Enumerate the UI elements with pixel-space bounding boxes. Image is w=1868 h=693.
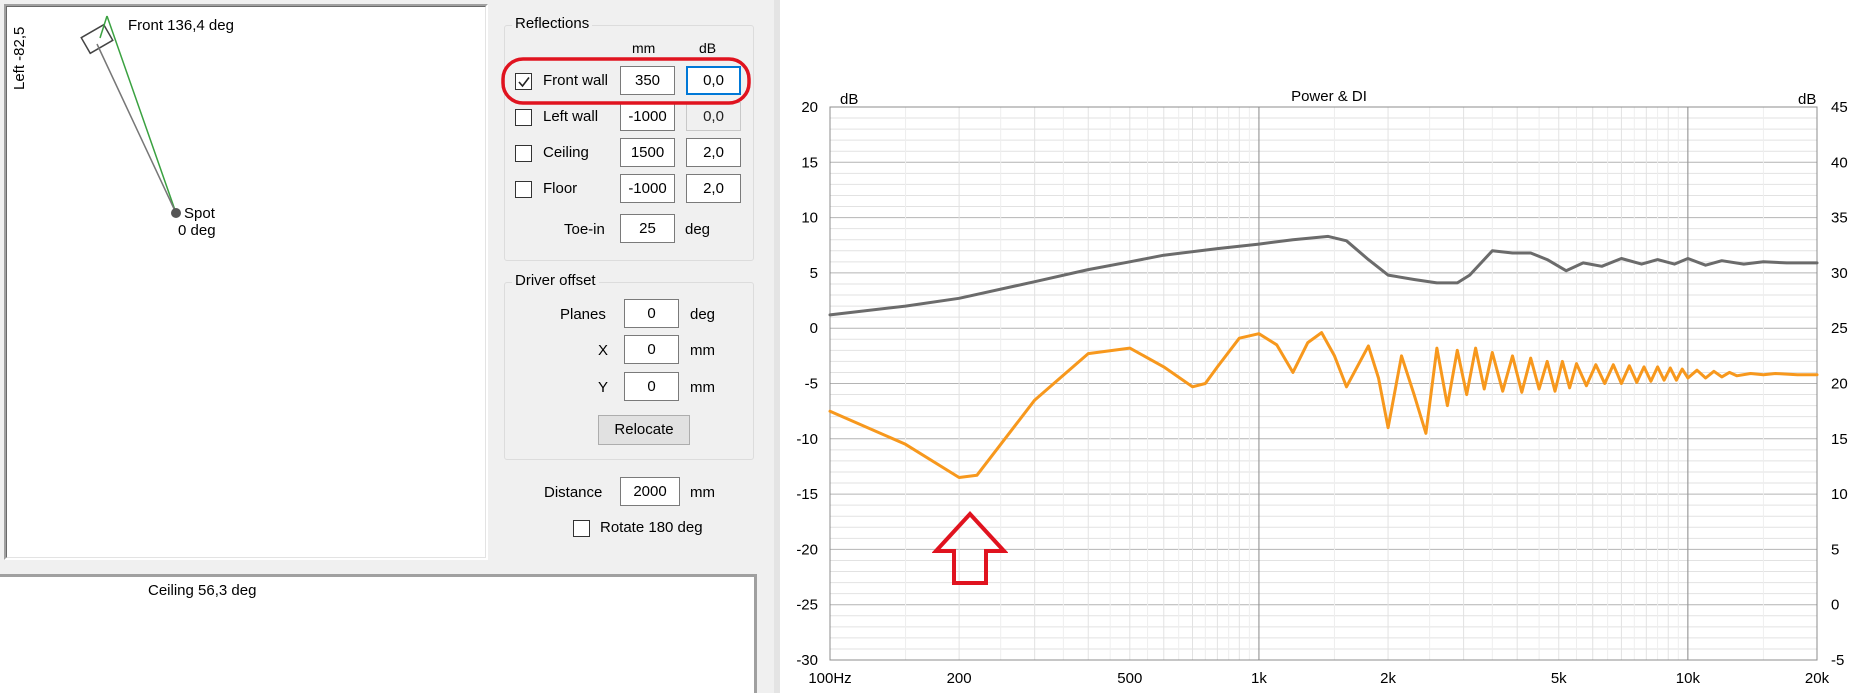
- y-left-tick-label: -15: [796, 486, 818, 503]
- x-offset-input[interactable]: 0: [624, 335, 679, 364]
- y-right-tick-label: 35: [1831, 210, 1848, 227]
- x-tick-label: 10k: [1676, 670, 1701, 687]
- ceiling-mm-input[interactable]: 1500: [620, 138, 675, 167]
- x-tick-label: 20k: [1805, 670, 1830, 687]
- mm-column-header: mm: [632, 40, 656, 56]
- y-left-tick-label: -5: [805, 376, 818, 393]
- speaker-box: [80, 23, 114, 55]
- plan-diagram: Left -82,5 Front 136,4 deg Spot 0 deg: [11, 15, 234, 239]
- rotate-label: Rotate 180 deg: [600, 519, 703, 536]
- annotation-arrow: [932, 511, 1008, 585]
- floor-mm-input[interactable]: -1000: [620, 174, 675, 203]
- side-view[interactable]: Ceiling 56,3 deg: [0, 574, 757, 693]
- y-right-tick-label: 5: [1831, 541, 1839, 558]
- y-left-tick-label: -20: [796, 541, 818, 558]
- toein-unit: deg: [685, 221, 711, 238]
- y-left-tick-label: 20: [801, 99, 818, 116]
- y-right-tick-label: 25: [1831, 320, 1848, 337]
- di-series-line: [828, 234, 1819, 317]
- ceiling-label: Ceiling: [543, 144, 589, 161]
- toein-input[interactable]: 25: [620, 214, 675, 243]
- y-left-tick-label: 10: [801, 210, 818, 227]
- y-left-tick-label: 0: [810, 320, 818, 337]
- x-tick-label: 2k: [1380, 670, 1396, 687]
- ceiling-checkbox[interactable]: [515, 145, 532, 162]
- y-right-tick-label: 30: [1831, 265, 1848, 282]
- gray-ray: [96, 43, 177, 214]
- y-label: Y: [598, 379, 609, 396]
- x-unit: mm: [690, 342, 715, 359]
- planes-input[interactable]: 0: [624, 299, 679, 328]
- y-right-tick-label: 40: [1831, 154, 1848, 171]
- y-right-tick-label: 0: [1831, 597, 1839, 614]
- y-right-tick-label: 15: [1831, 431, 1848, 448]
- driver-offset-title: Driver offset: [512, 272, 599, 289]
- front-ray: [106, 15, 177, 214]
- floor-label: Floor: [543, 180, 578, 197]
- chart-title: Power & DI: [1291, 88, 1367, 105]
- y-right-tick-label: 45: [1831, 99, 1848, 116]
- floor-checkbox[interactable]: [515, 181, 532, 198]
- power-series-line: [828, 331, 1819, 479]
- y-right-tick-label: 20: [1831, 376, 1848, 393]
- spot-marker[interactable]: [171, 208, 181, 218]
- power-di-chart[interactable]: 20 15 10 5 0 -5 -10 -15 -20 -25 -30 45 40 35 30 25 20 15 1…: [780, 0, 1868, 693]
- y-left-tick-label: -30: [796, 652, 818, 669]
- floor-db-input[interactable]: 2,0: [686, 174, 741, 203]
- front-angle-label: Front 136,4 deg: [128, 17, 234, 34]
- distance-unit: mm: [690, 484, 715, 501]
- x-tick-label: 5k: [1551, 670, 1567, 687]
- left-axis-unit: dB: [840, 91, 858, 108]
- distance-label: Distance: [544, 484, 603, 501]
- y-right-tick-label: -5: [1831, 652, 1844, 669]
- ceiling-angle-label: Ceiling 56,3 deg: [148, 582, 257, 599]
- x-tick-label: 200: [947, 670, 972, 687]
- left-wall-checkbox[interactable]: [515, 109, 532, 126]
- y-right-tick-label: 10: [1831, 486, 1848, 503]
- spot-label: Spot: [184, 205, 216, 222]
- y-left-tick-label: 15: [801, 154, 818, 171]
- spot-deg-label: 0 deg: [178, 222, 216, 239]
- y-unit: mm: [690, 379, 715, 396]
- relocate-button[interactable]: Relocate: [598, 415, 690, 445]
- plan-view[interactable]: Left -82,5 Front 136,4 deg Spot 0 deg: [4, 4, 488, 560]
- left-wall-db-input[interactable]: 0,0: [686, 102, 741, 131]
- distance-input[interactable]: 2000: [620, 477, 680, 506]
- left-wall-label: Left wall: [543, 108, 599, 125]
- right-axis-unit: dB: [1798, 91, 1816, 108]
- planes-unit: deg: [690, 306, 716, 323]
- reflections-title: Reflections: [512, 15, 593, 32]
- rotate-checkbox[interactable]: [573, 520, 590, 537]
- x-tick-label: 1k: [1251, 670, 1267, 687]
- y-left-tick-label: -25: [796, 597, 818, 614]
- y-offset-input[interactable]: 0: [624, 372, 679, 401]
- annotation-highlight: [501, 57, 751, 105]
- toein-label: Toe-in: [564, 221, 605, 238]
- y-left-tick-label: -10: [796, 431, 818, 448]
- planes-label: Planes: [560, 306, 606, 323]
- left-angle-label: Left -82,5: [11, 27, 28, 90]
- db-column-header: dB: [699, 40, 717, 56]
- y-left-tick-label: 5: [810, 265, 818, 282]
- ceiling-db-input[interactable]: 2,0: [686, 138, 741, 167]
- x-label: X: [598, 342, 609, 359]
- x-tick-label: 100Hz: [808, 670, 851, 687]
- x-tick-label: 500: [1117, 670, 1142, 687]
- left-wall-mm-input[interactable]: -1000: [620, 102, 675, 131]
